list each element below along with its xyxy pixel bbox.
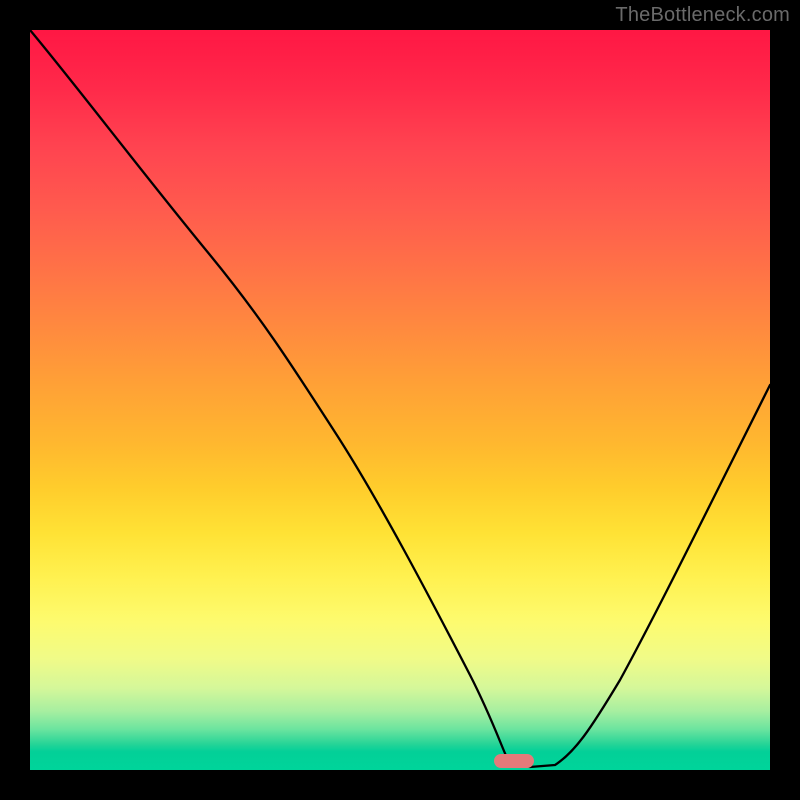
- bottleneck-curve: [30, 30, 770, 770]
- watermark-text: TheBottleneck.com: [615, 4, 790, 27]
- optimal-marker: [494, 754, 534, 768]
- curve-path: [30, 30, 770, 767]
- chart-frame: TheBottleneck.com: [0, 0, 800, 800]
- gradient-plot-area: [30, 30, 770, 770]
